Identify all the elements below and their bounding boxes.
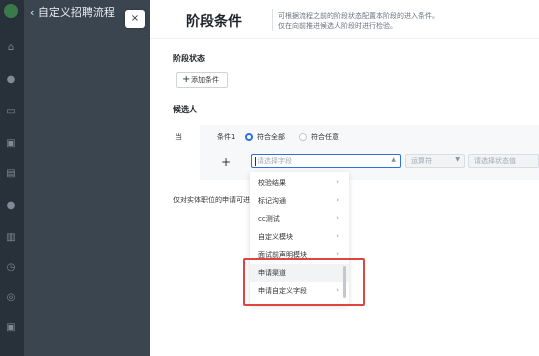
add-condition-button[interactable]: + 添加条件 bbox=[176, 72, 228, 88]
divider bbox=[272, 9, 273, 31]
book-icon[interactable]: ▥ bbox=[4, 232, 18, 244]
add-condition-label: 添加条件 bbox=[191, 76, 219, 84]
stage-condition-drawer: 阶段条件 可根据流程之前的阶段状态配置本阶段的进入条件。 仅在向前推进候选人阶段… bbox=[150, 0, 539, 356]
dropdown-item[interactable]: cc测试 › bbox=[250, 210, 349, 228]
description-line-1: 可根据流程之前的阶段状态配置本阶段的进入条件。 bbox=[278, 12, 439, 20]
chevron-up-icon: ▲ bbox=[391, 156, 396, 163]
chevron-right-icon: › bbox=[336, 250, 339, 258]
dropdown-item[interactable]: 自定义模块 › bbox=[250, 228, 349, 246]
operator-select[interactable]: 运算符 ▼ bbox=[405, 154, 465, 168]
user-icon[interactable]: ● bbox=[4, 200, 18, 212]
field-select[interactable]: 请选择字段 ▲ bbox=[251, 154, 401, 168]
plus-icon: + bbox=[182, 74, 191, 85]
add-rule-button[interactable]: + bbox=[221, 155, 231, 169]
globe-icon[interactable]: ◎ bbox=[4, 292, 18, 304]
when-label: 当 bbox=[175, 133, 182, 141]
chevron-right-icon: › bbox=[336, 178, 339, 186]
dropdown-item-label: 校验结果 bbox=[258, 179, 286, 187]
apply-note: 仅对实体职位的申请可进 bbox=[173, 196, 250, 204]
close-button[interactable]: × bbox=[125, 10, 145, 28]
page-title: 阶段条件 bbox=[186, 14, 242, 30]
lock-icon[interactable]: ▣ bbox=[4, 322, 18, 334]
home-icon[interactable]: ⌂ bbox=[4, 42, 18, 54]
chevron-right-icon: › bbox=[336, 196, 339, 204]
dropdown-item-label: 自定义模块 bbox=[258, 233, 293, 241]
app-sidebar: ⌂ ● ▭ ▣ ▤ ● ▥ ◷ ◎ ▣ bbox=[0, 0, 24, 356]
stage-status-heading: 阶段状态 bbox=[173, 54, 205, 63]
field-select-placeholder: 请选择字段 bbox=[257, 157, 292, 165]
clock-icon[interactable]: ◷ bbox=[4, 262, 18, 274]
operator-placeholder: 运算符 bbox=[411, 157, 432, 165]
dropdown-item[interactable]: 校验结果 › bbox=[250, 174, 349, 192]
value-placeholder: 请选择状态值 bbox=[474, 157, 516, 165]
background-panel bbox=[24, 0, 150, 356]
value-select[interactable]: 请选择状态值 bbox=[468, 154, 539, 168]
match-all-radio[interactable] bbox=[245, 133, 253, 141]
inbox-icon[interactable]: ▭ bbox=[4, 106, 18, 118]
briefcase-icon[interactable]: ▣ bbox=[4, 138, 18, 150]
description-line-2: 仅在向前推进候选人阶段时进行检验。 bbox=[278, 22, 397, 30]
people-icon[interactable]: ● bbox=[4, 74, 18, 86]
document-icon[interactable]: ▤ bbox=[4, 168, 18, 180]
highlight-box bbox=[243, 258, 365, 306]
back-title[interactable]: ‹ 自定义招聘流程 bbox=[30, 6, 115, 20]
chevron-down-icon: ▼ bbox=[455, 156, 460, 163]
dropdown-item-label: 标记沟通 bbox=[258, 197, 286, 205]
chevron-right-icon: › bbox=[336, 214, 339, 222]
dropdown-item[interactable]: 标记沟通 › bbox=[250, 192, 349, 210]
drawer-header: 阶段条件 可根据流程之前的阶段状态配置本阶段的进入条件。 仅在向前推进候选人阶段… bbox=[150, 0, 539, 39]
logo-icon[interactable] bbox=[4, 4, 18, 18]
match-any-radio[interactable] bbox=[299, 133, 307, 141]
match-any-label[interactable]: 符合任意 bbox=[311, 133, 339, 142]
candidate-heading: 候选人 bbox=[173, 105, 197, 114]
condition-label: 条件1 bbox=[217, 133, 236, 141]
dropdown-item-label: cc测试 bbox=[258, 215, 280, 223]
chevron-right-icon: › bbox=[336, 232, 339, 240]
text-cursor bbox=[255, 157, 256, 166]
match-all-label[interactable]: 符合全部 bbox=[257, 133, 285, 142]
